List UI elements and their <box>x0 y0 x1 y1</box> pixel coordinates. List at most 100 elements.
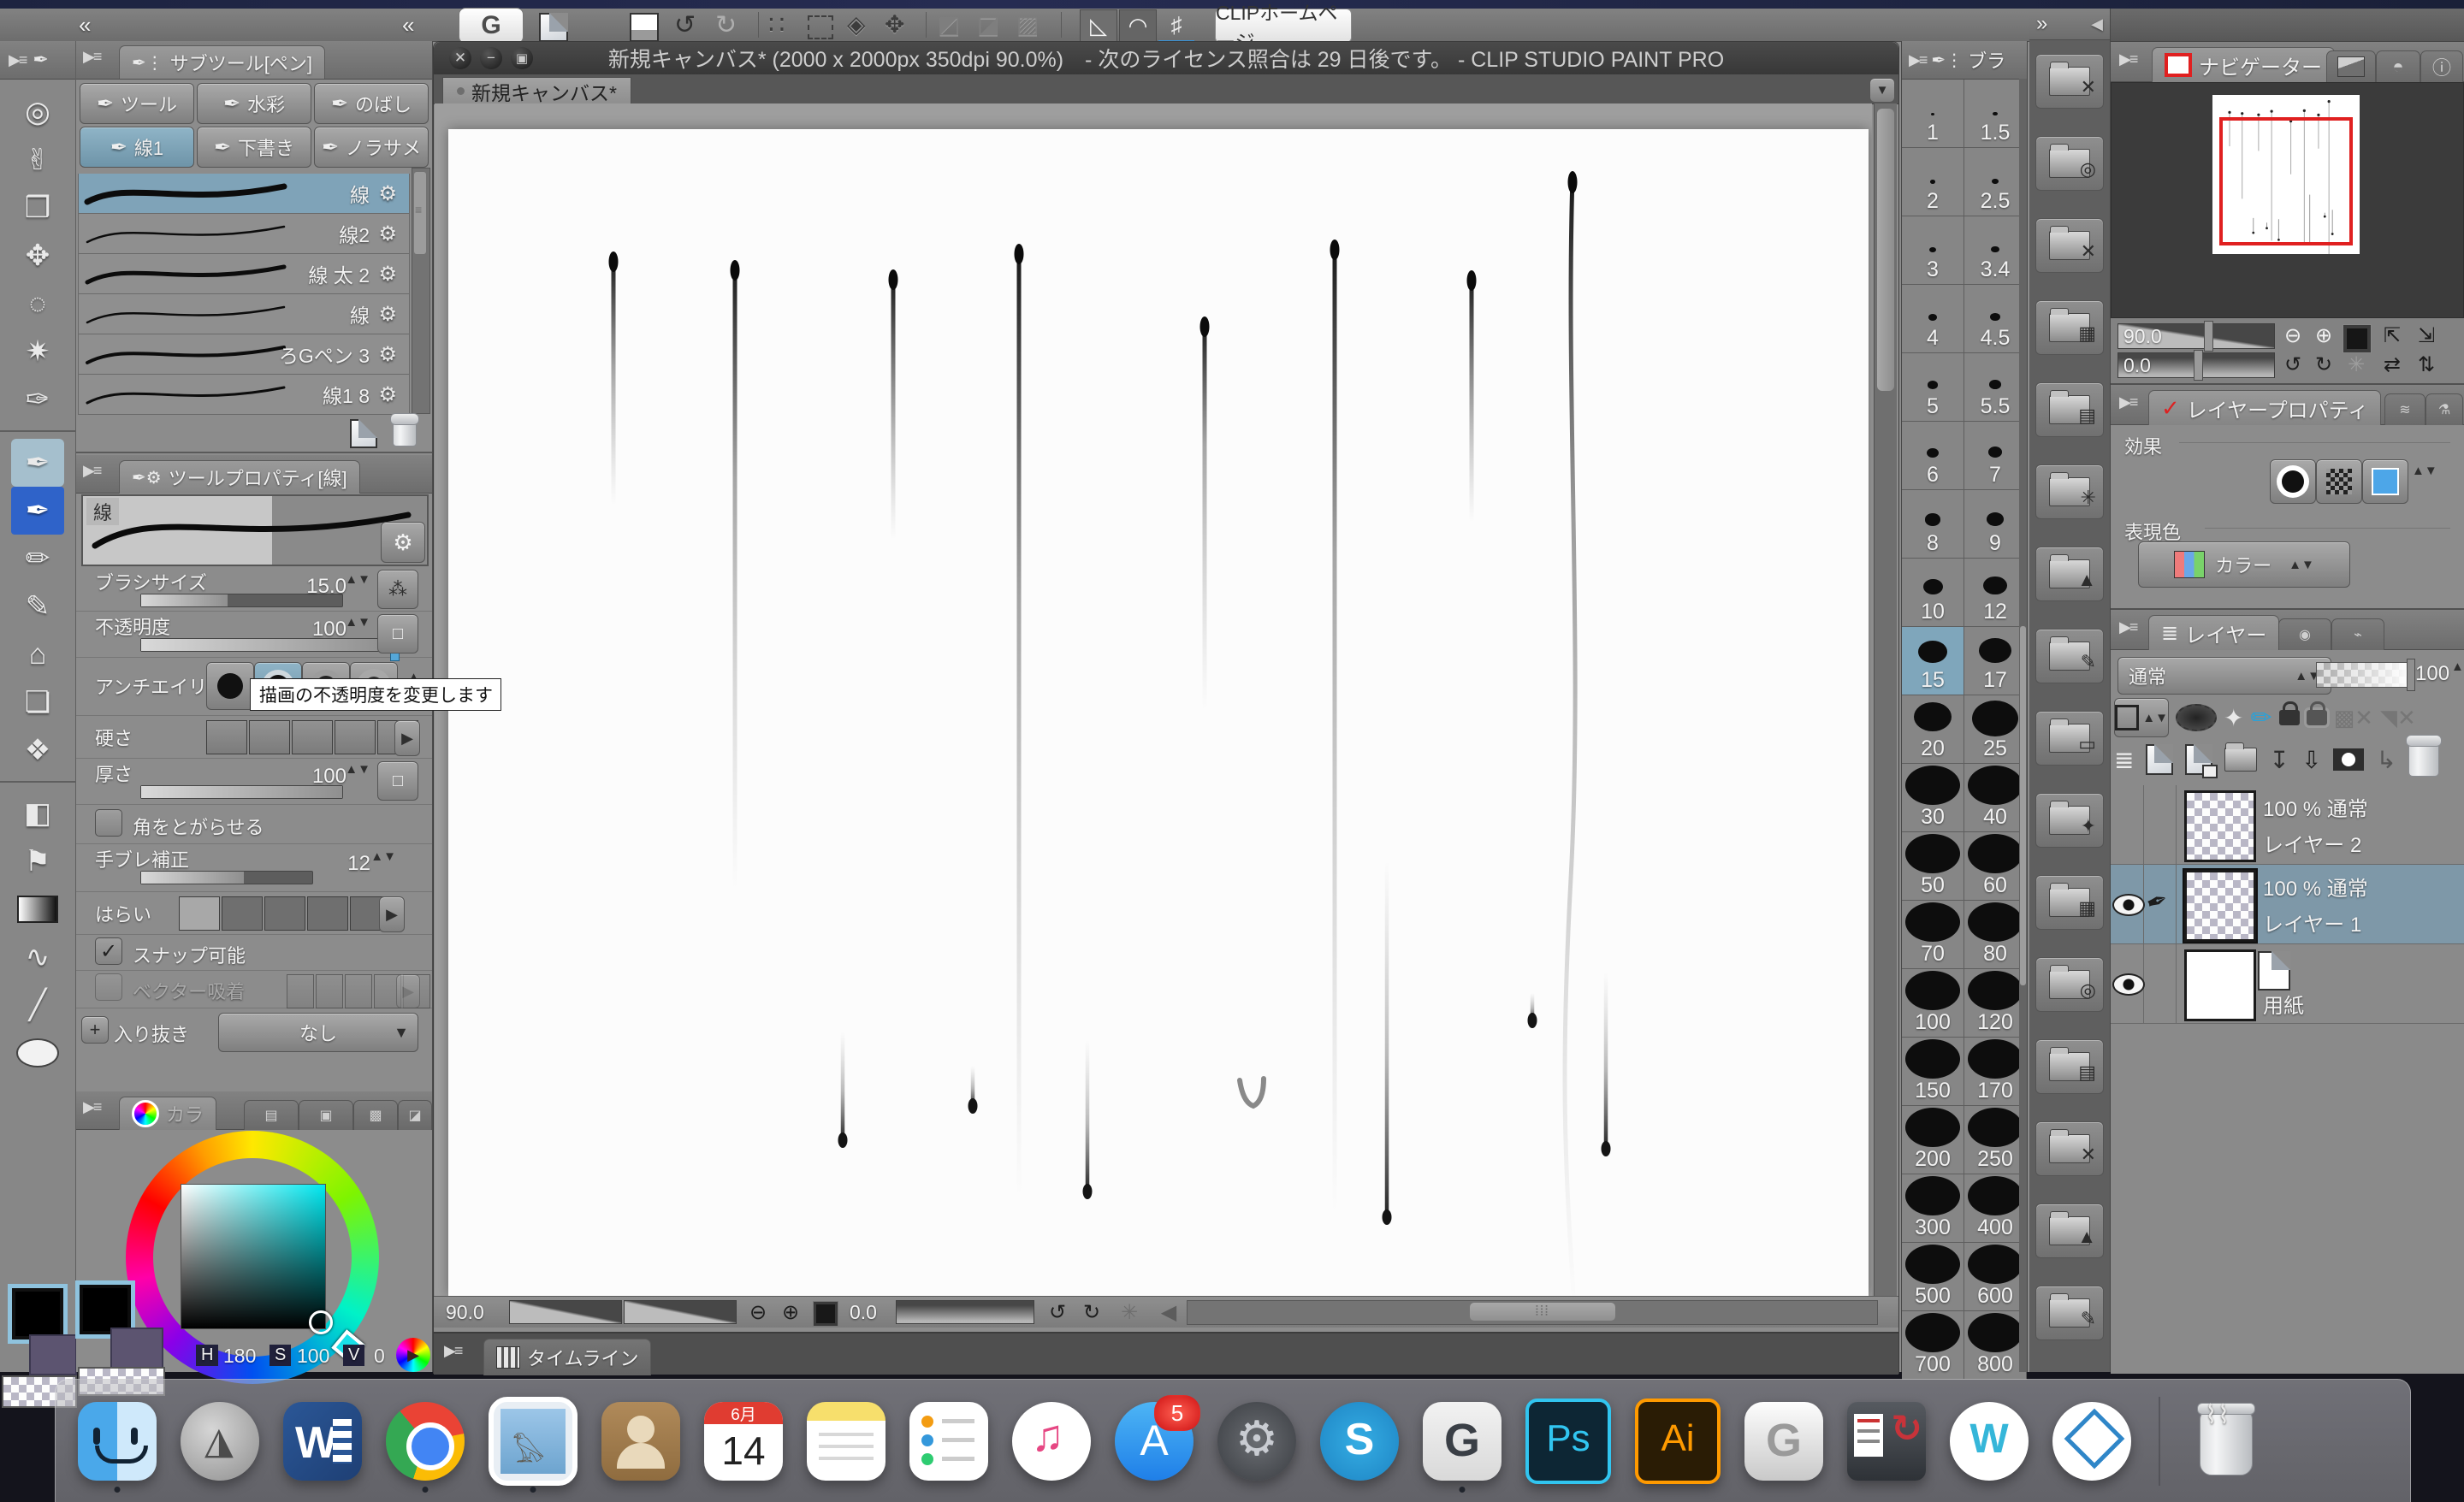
sv-square[interactable] <box>181 1184 326 1329</box>
material-folder-10[interactable]: ✦ <box>2035 793 2104 848</box>
subtool-tab-のばし[interactable]: ✒のばし <box>314 83 429 124</box>
brush-size-8[interactable]: 8 <box>1902 490 1964 558</box>
brush-size-500[interactable]: 500 <box>1902 1243 1964 1310</box>
brush-size-6[interactable]: 6 <box>1902 422 1964 489</box>
snap-curve-icon[interactable]: ◠ <box>1119 9 1157 44</box>
dock-notes[interactable] <box>807 1402 886 1481</box>
material-folder-16[interactable]: ✎ <box>2035 1286 2104 1340</box>
material-folder-4[interactable]: ▦ <box>2035 300 2104 355</box>
close-window-icon[interactable]: ✕ <box>449 47 471 69</box>
wrench-icon[interactable]: ⚙ <box>378 181 397 206</box>
brush-size-120[interactable]: 120 <box>1964 969 2027 1037</box>
snap-checkbox[interactable]: ✓ <box>95 937 122 965</box>
brush-size-400[interactable]: 400 <box>1964 1174 2027 1242</box>
hardness-more-button[interactable]: ▶ <box>394 720 420 756</box>
hand-tool[interactable]: ✌ <box>11 136 64 184</box>
material-folder-8[interactable]: ✎ <box>2035 629 2104 683</box>
material-folder-3[interactable]: ✕ <box>2035 218 2104 273</box>
brush-size-2.5[interactable]: 2.5 <box>1964 148 2027 216</box>
reset-rotation-icon[interactable]: ✳ <box>2342 351 2371 378</box>
approx-color-tab[interactable]: ▩ <box>353 1100 398 1130</box>
material-folder-7[interactable]: ▲ <box>2035 547 2104 601</box>
sub-color-swatch[interactable] <box>29 1334 77 1375</box>
balloon-tool[interactable] <box>11 1029 64 1077</box>
tool-palette-header[interactable]: ▶≡ ✒ <box>0 41 75 80</box>
subtool-tab-線1[interactable]: ✒線1 <box>80 127 194 168</box>
brush-tool[interactable]: ✎ <box>11 582 64 630</box>
fit-to-screen-icon[interactable]: ⇱ <box>2378 322 2407 349</box>
gradient-tool[interactable]: ⚑ <box>11 837 64 885</box>
minimize-window-icon[interactable]: − <box>480 47 502 69</box>
new-vector-layer-icon[interactable] <box>2185 744 2212 775</box>
navigator-view-rect[interactable] <box>2219 117 2353 245</box>
panel-menu-icon[interactable]: ▶≡ <box>83 462 100 480</box>
brush-size-5[interactable]: 5 <box>1902 353 1964 421</box>
layer-mask-icon[interactable] <box>2333 748 2364 771</box>
brush-size-9[interactable]: 9 <box>1964 490 2027 558</box>
dock-mail[interactable]: 𓅃 <box>489 1397 578 1486</box>
flip-horizontal-icon[interactable]: ⇄ <box>2378 351 2407 378</box>
opacity-spinner[interactable]: ▲▼ <box>345 618 370 627</box>
new-folder-icon[interactable] <box>2224 748 2257 772</box>
harai-more-button[interactable]: ▶ <box>379 896 405 932</box>
expand-material-icon[interactable]: » <box>2036 12 2047 36</box>
new-subtool-icon[interactable] <box>350 419 377 448</box>
wrench-icon[interactable]: ⚙ <box>378 382 397 407</box>
statusbar-zoom-slider2[interactable] <box>624 1300 737 1324</box>
material-folder-14[interactable]: ✕ <box>2035 1121 2104 1176</box>
panel-menu-icon[interactable]: ▶≡ <box>2119 393 2136 411</box>
opacity-source-button[interactable]: □ <box>377 614 418 653</box>
statusbar-collapse-icon[interactable]: ◀ <box>1154 1298 1183 1326</box>
brush-item[interactable]: 線⚙ <box>78 294 410 334</box>
navigator-zoom-slider[interactable]: 90.0 <box>2118 323 2275 349</box>
thickness-source-button[interactable]: □ <box>377 761 418 801</box>
brush-size-7[interactable]: 7 <box>1964 422 2027 489</box>
layer-opacity-spinner[interactable]: ▲▼ <box>2451 662 2464 671</box>
delete-layer-icon[interactable] <box>2408 742 2439 777</box>
material-folder-13[interactable]: ▤ <box>2035 1039 2104 1094</box>
brush-size-4[interactable]: 4 <box>1902 285 1964 352</box>
zoom-out-icon[interactable]: ⊖ <box>743 1298 773 1326</box>
draft-layer-icon[interactable]: ✏ <box>2250 703 2272 733</box>
save-file-icon[interactable] <box>630 13 659 42</box>
size-scrollbar[interactable] <box>2019 79 2027 1372</box>
brush-size-700[interactable]: 700 <box>1902 1311 1964 1379</box>
zoom-out-icon[interactable]: ⊖ <box>2278 322 2307 349</box>
lock-transparent-icon[interactable] <box>2307 710 2327 725</box>
effect-spinner[interactable]: ▲▼ <box>2412 466 2437 476</box>
dock-itunes[interactable]: ♫ <box>1012 1402 1091 1481</box>
decoration-tool[interactable]: ⌂ <box>11 630 64 678</box>
subtool-tab-水彩[interactable]: ✒水彩 <box>197 83 311 124</box>
dock-clip-studio[interactable]: G <box>1744 1402 1823 1481</box>
tone-effect-button[interactable] <box>2316 459 2362 504</box>
new-raster-layer-icon[interactable] <box>2146 744 2173 775</box>
brush-item[interactable]: ろGペン 3⚙ <box>78 334 410 375</box>
reset-display-icon[interactable]: ⇅ <box>2412 351 2441 378</box>
subtool-panel-tab[interactable]: ✒⋮ サブツール[ペン] <box>119 45 325 79</box>
statusbar-rotation-slider[interactable] <box>896 1300 1034 1324</box>
canvas-page[interactable] <box>448 129 1869 1296</box>
select-area-icon[interactable] <box>808 15 833 39</box>
color-set-tab[interactable]: ▣ <box>299 1100 353 1130</box>
layer-opacity-value[interactable]: 100 <box>2415 662 2449 686</box>
brush-item[interactable]: 線1 8⚙ <box>78 375 410 415</box>
eraser-tool[interactable]: ❏ <box>11 678 64 726</box>
collapse-left-dock-icon[interactable]: « <box>402 12 414 38</box>
material-folder-6[interactable]: ✳ <box>2035 464 2104 519</box>
statusbar-zoom-slider[interactable] <box>509 1300 622 1324</box>
dock-illustrator[interactable]: Ai <box>1635 1399 1721 1484</box>
harai-options[interactable] <box>179 896 391 931</box>
object-tool[interactable]: ❒ <box>11 184 64 232</box>
color-slider-tab[interactable]: ▤ <box>244 1100 299 1130</box>
reference-layer-icon[interactable]: ✦ <box>2224 704 2243 732</box>
brush-size-40[interactable]: 40 <box>1964 764 2027 831</box>
zoom-in-icon[interactable]: ⊕ <box>776 1298 805 1326</box>
brush-size-150[interactable]: 150 <box>1902 1038 1964 1105</box>
opacity-slider[interactable] <box>140 638 399 652</box>
combine-to-new-layer-icon[interactable]: ⇩ <box>2301 746 2321 774</box>
panel-menu-icon[interactable]: ▶≡ <box>2119 618 2136 636</box>
eyedropper-tool[interactable]: ✑ <box>11 376 64 423</box>
zoom-in-icon[interactable]: ⊕ <box>2309 322 2338 349</box>
brush-size-3.4[interactable]: 3.4 <box>1964 216 2027 284</box>
ruler-tool[interactable]: ╱ <box>11 981 64 1029</box>
